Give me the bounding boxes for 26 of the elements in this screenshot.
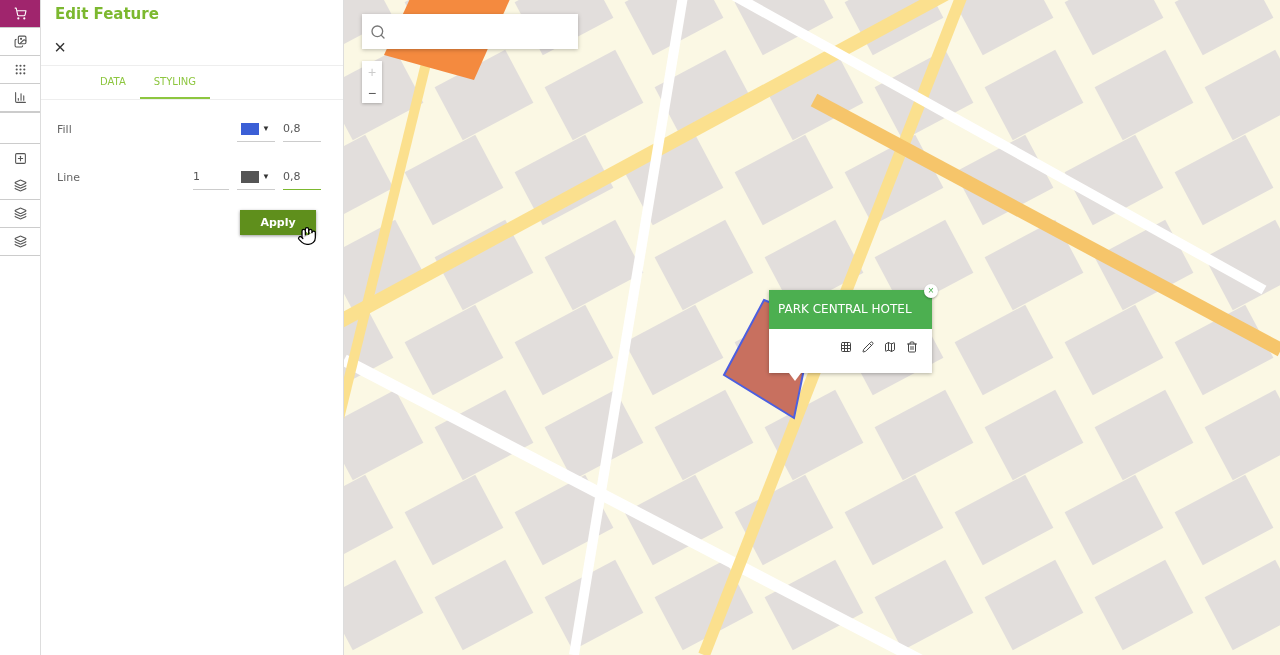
chart-icon [13, 91, 27, 104]
images-icon [13, 35, 27, 48]
layers-icon [13, 179, 27, 192]
grid-icon [13, 63, 27, 76]
rail-button[interactable] [0, 0, 40, 28]
pencil-icon [862, 341, 874, 353]
hand-cursor-icon [297, 226, 317, 246]
cart-icon [13, 7, 27, 20]
search-icon [370, 23, 386, 40]
popup-action-button[interactable] [884, 341, 896, 353]
apply-button[interactable]: Apply [240, 210, 316, 235]
popup-action-button[interactable] [906, 341, 918, 353]
zoom-button[interactable]: − [362, 82, 382, 103]
style-label: Line [57, 170, 81, 184]
style-label: Fill [57, 122, 73, 136]
trash-icon [906, 341, 918, 353]
popup-action-button[interactable] [862, 341, 874, 353]
layers-icon [13, 235, 27, 248]
panel-title: Edit Feature [54, 4, 160, 25]
map-icon [884, 341, 896, 353]
add-icon [13, 151, 27, 165]
table-icon [840, 341, 852, 353]
close-button[interactable]: × [48, 35, 72, 59]
layers-icon [13, 207, 27, 220]
search-field[interactable] [362, 14, 578, 49]
popup-action-button[interactable] [840, 341, 852, 353]
